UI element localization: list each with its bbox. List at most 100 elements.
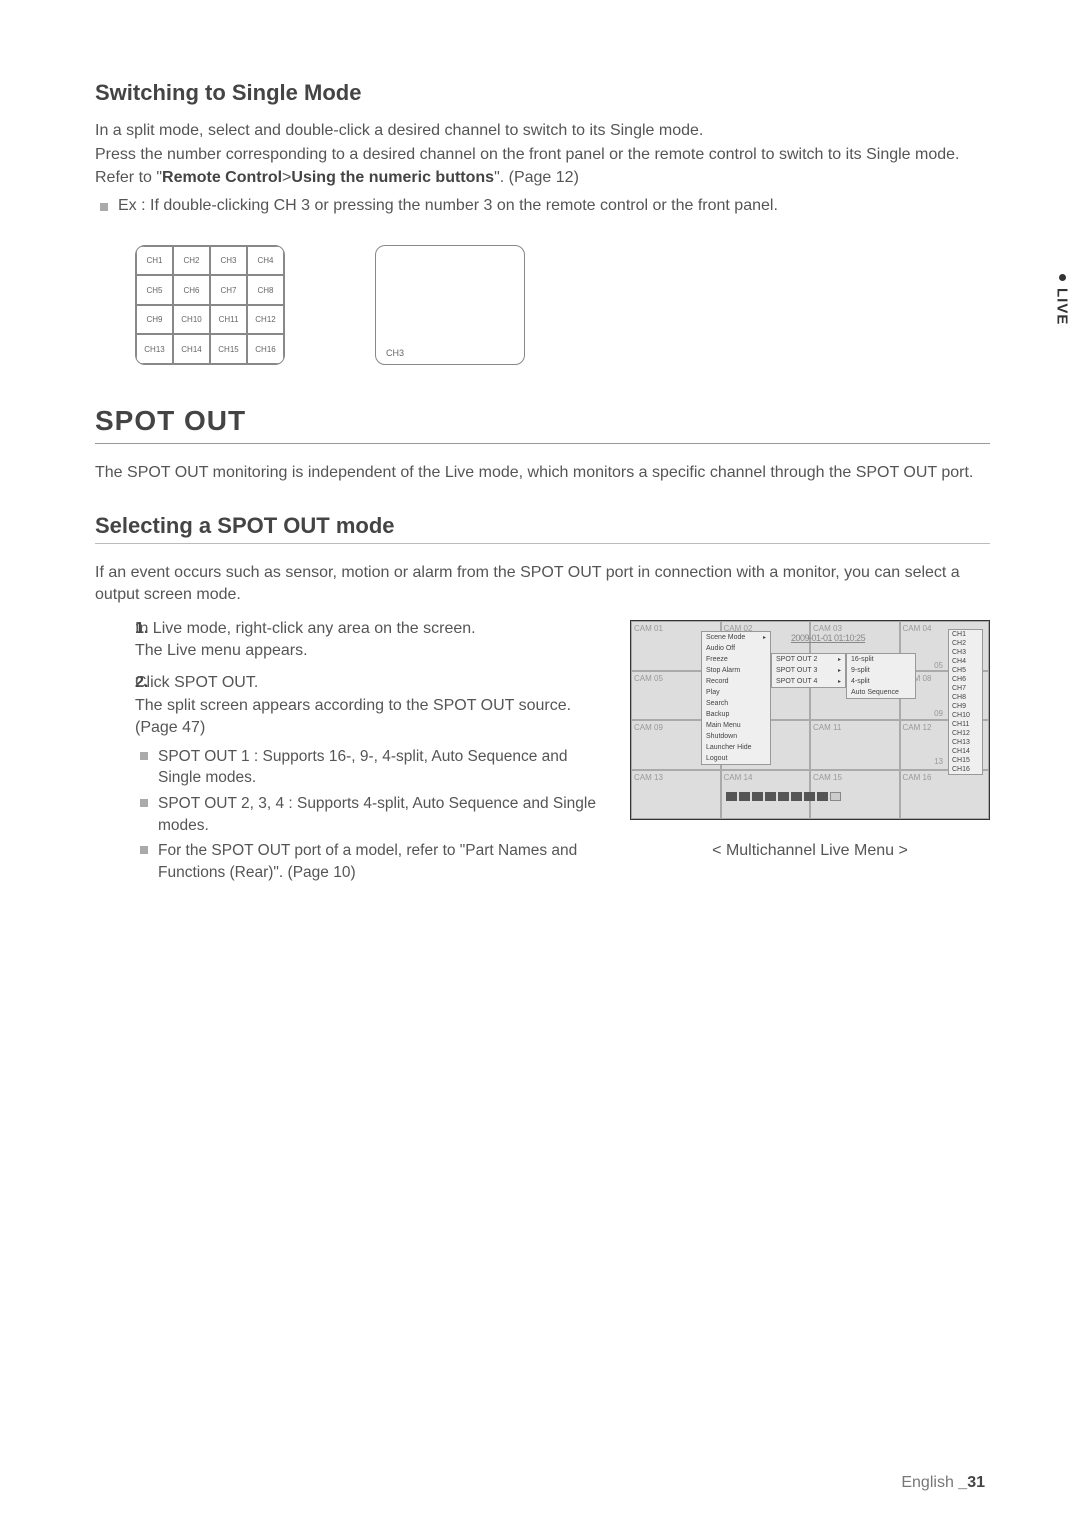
square-bullet-icon xyxy=(100,203,108,211)
menu-item[interactable]: 4-split xyxy=(847,676,915,687)
txt: ". (Page 12) xyxy=(494,169,579,186)
menu-item[interactable]: Audio Off xyxy=(702,643,770,654)
grid-cell: CH2 xyxy=(173,246,210,276)
para: In a split mode, select and double-click… xyxy=(95,120,990,142)
menu-item[interactable]: CH5 xyxy=(949,666,982,675)
toolbar-icon[interactable] xyxy=(726,792,737,801)
menu-item[interactable]: CH12 xyxy=(949,729,982,738)
txt: The split screen appears according to th… xyxy=(135,697,571,736)
grid-cell: CH7 xyxy=(210,275,247,305)
menu-item[interactable]: Play xyxy=(702,687,770,698)
cam-cell: CAM 11 xyxy=(810,720,900,770)
menu-item[interactable]: CH13 xyxy=(949,738,982,747)
txt: Refer to " xyxy=(95,169,162,186)
grid-cell: CH15 xyxy=(210,334,247,364)
grid-cell: CH16 xyxy=(247,334,284,364)
grid-cell: CH14 xyxy=(173,334,210,364)
menu-item[interactable]: Main Menu xyxy=(702,720,770,731)
figure-caption: < Multichannel Live Menu > xyxy=(630,842,990,860)
txt: > xyxy=(282,169,291,186)
menu-item[interactable]: Auto Sequence xyxy=(847,687,915,698)
menu-item[interactable]: Record xyxy=(702,676,770,687)
grid-cell: CH6 xyxy=(173,275,210,305)
ref-bold: Using the numeric buttons xyxy=(291,169,494,186)
side-tab: LIVE xyxy=(1044,260,1080,380)
menu-item[interactable]: CH7 xyxy=(949,684,982,693)
menu-item[interactable]: CH8 xyxy=(949,693,982,702)
context-menu[interactable]: Scene Mode Audio Off Freeze Stop Alarm R… xyxy=(701,631,771,765)
grid-cell: CH8 xyxy=(247,275,284,305)
toolbar-icon[interactable] xyxy=(765,792,776,801)
menu-item[interactable]: CH11 xyxy=(949,720,982,729)
page-footer: English _31 xyxy=(901,1474,985,1492)
toolbar-icon[interactable] xyxy=(739,792,750,801)
para: Refer to "Remote Control>Using the numer… xyxy=(95,167,990,189)
single-label: CH3 xyxy=(386,348,404,358)
grid-cell: CH10 xyxy=(173,305,210,335)
toolbar-icon[interactable] xyxy=(817,792,828,801)
menu-item[interactable]: CH9 xyxy=(949,702,982,711)
ind: 05 xyxy=(934,661,943,670)
menu-item[interactable]: 9-split xyxy=(847,665,915,676)
toolbar-icon[interactable] xyxy=(752,792,763,801)
submenu-channels[interactable]: CH1 CH2 CH3 CH4 CH5 CH6 CH7 CH8 CH9 CH10… xyxy=(948,629,983,775)
grid-cell: CH12 xyxy=(247,305,284,335)
para: If an event occurs such as sensor, motio… xyxy=(95,562,990,605)
menu-item[interactable]: CH1 xyxy=(949,630,982,639)
square-bullet-icon xyxy=(140,799,148,807)
menu-item[interactable]: SPOT OUT 4 xyxy=(772,676,845,687)
square-bullet-icon xyxy=(140,752,148,760)
menu-item[interactable]: 16-split xyxy=(847,654,915,665)
ind: 09 xyxy=(934,709,943,718)
para: The SPOT OUT monitoring is independent o… xyxy=(95,462,990,484)
menu-item[interactable]: SPOT OUT 3 xyxy=(772,665,845,676)
cam-cell: CAM 13 xyxy=(631,770,721,820)
toolbar-icon[interactable] xyxy=(791,792,802,801)
grid-cell: CH13 xyxy=(136,334,173,364)
menu-item[interactable]: Freeze xyxy=(702,654,770,665)
tab-label: LIVE xyxy=(1054,288,1071,325)
toolbar-icon[interactable] xyxy=(830,792,841,801)
menu-item[interactable]: CH15 xyxy=(949,756,982,765)
menu-item[interactable]: CH14 xyxy=(949,747,982,756)
grid-cell: CH4 xyxy=(247,246,284,276)
menu-item[interactable]: CH3 xyxy=(949,648,982,657)
submenu-spotout[interactable]: SPOT OUT 2 SPOT OUT 3 SPOT OUT 4 xyxy=(771,653,846,688)
menu-item[interactable]: Logout xyxy=(702,753,770,764)
footer-lang: English xyxy=(901,1474,953,1491)
menu-item[interactable]: SPOT OUT 2 xyxy=(772,654,845,665)
toolbar-icon[interactable] xyxy=(778,792,789,801)
square-bullet-icon xyxy=(140,846,148,854)
ref-bold: Remote Control xyxy=(162,169,282,186)
sub-bullet: SPOT OUT 1 : Supports 16-, 9-, 4-split, … xyxy=(135,746,610,789)
menu-item[interactable]: Search xyxy=(702,698,770,709)
bullet-text: For the SPOT OUT port of a model, refer … xyxy=(158,840,610,883)
txt: Click SPOT OUT. xyxy=(135,674,258,691)
grid-cell: CH3 xyxy=(210,246,247,276)
menu-item[interactable]: Backup xyxy=(702,709,770,720)
menu-item[interactable]: Launcher Hide xyxy=(702,742,770,753)
cam-cell: CAM 16 xyxy=(900,770,990,820)
example-bullet: Ex : If double-clicking CH 3 or pressing… xyxy=(95,197,990,215)
grid-cell: CH9 xyxy=(136,305,173,335)
menu-item[interactable]: Shutdown xyxy=(702,731,770,742)
bullet-text: Ex : If double-clicking CH 3 or pressing… xyxy=(118,197,778,215)
menu-item[interactable]: Scene Mode xyxy=(702,632,770,643)
toolbar-icon[interactable] xyxy=(804,792,815,801)
menu-item[interactable]: Stop Alarm xyxy=(702,665,770,676)
screenshot-figure: CAM 01 CAM 02 CAM 03 CAM 04 CAM 05 CAM 0… xyxy=(630,620,990,860)
section-heading-switching: Switching to Single Mode xyxy=(95,80,990,106)
menu-item[interactable]: CH2 xyxy=(949,639,982,648)
menu-item[interactable]: CH10 xyxy=(949,711,982,720)
grid-cell: CH1 xyxy=(136,246,173,276)
submenu-split[interactable]: 16-split 9-split 4-split Auto Sequence xyxy=(846,653,916,699)
menu-item[interactable]: CH4 xyxy=(949,657,982,666)
menu-item[interactable]: CH6 xyxy=(949,675,982,684)
diagram-row: CH1 CH2 CH3 CH4 CH5 CH6 CH7 CH8 CH9 CH10… xyxy=(135,245,990,365)
menu-item[interactable]: CH16 xyxy=(949,765,982,774)
txt: In Live mode, right-click any area on th… xyxy=(135,620,476,637)
ind: 13 xyxy=(934,757,943,766)
toolbar-icons xyxy=(726,792,841,801)
cam-grid: CAM 01 CAM 02 CAM 03 CAM 04 CAM 05 CAM 0… xyxy=(631,621,989,819)
grid-cell: CH5 xyxy=(136,275,173,305)
